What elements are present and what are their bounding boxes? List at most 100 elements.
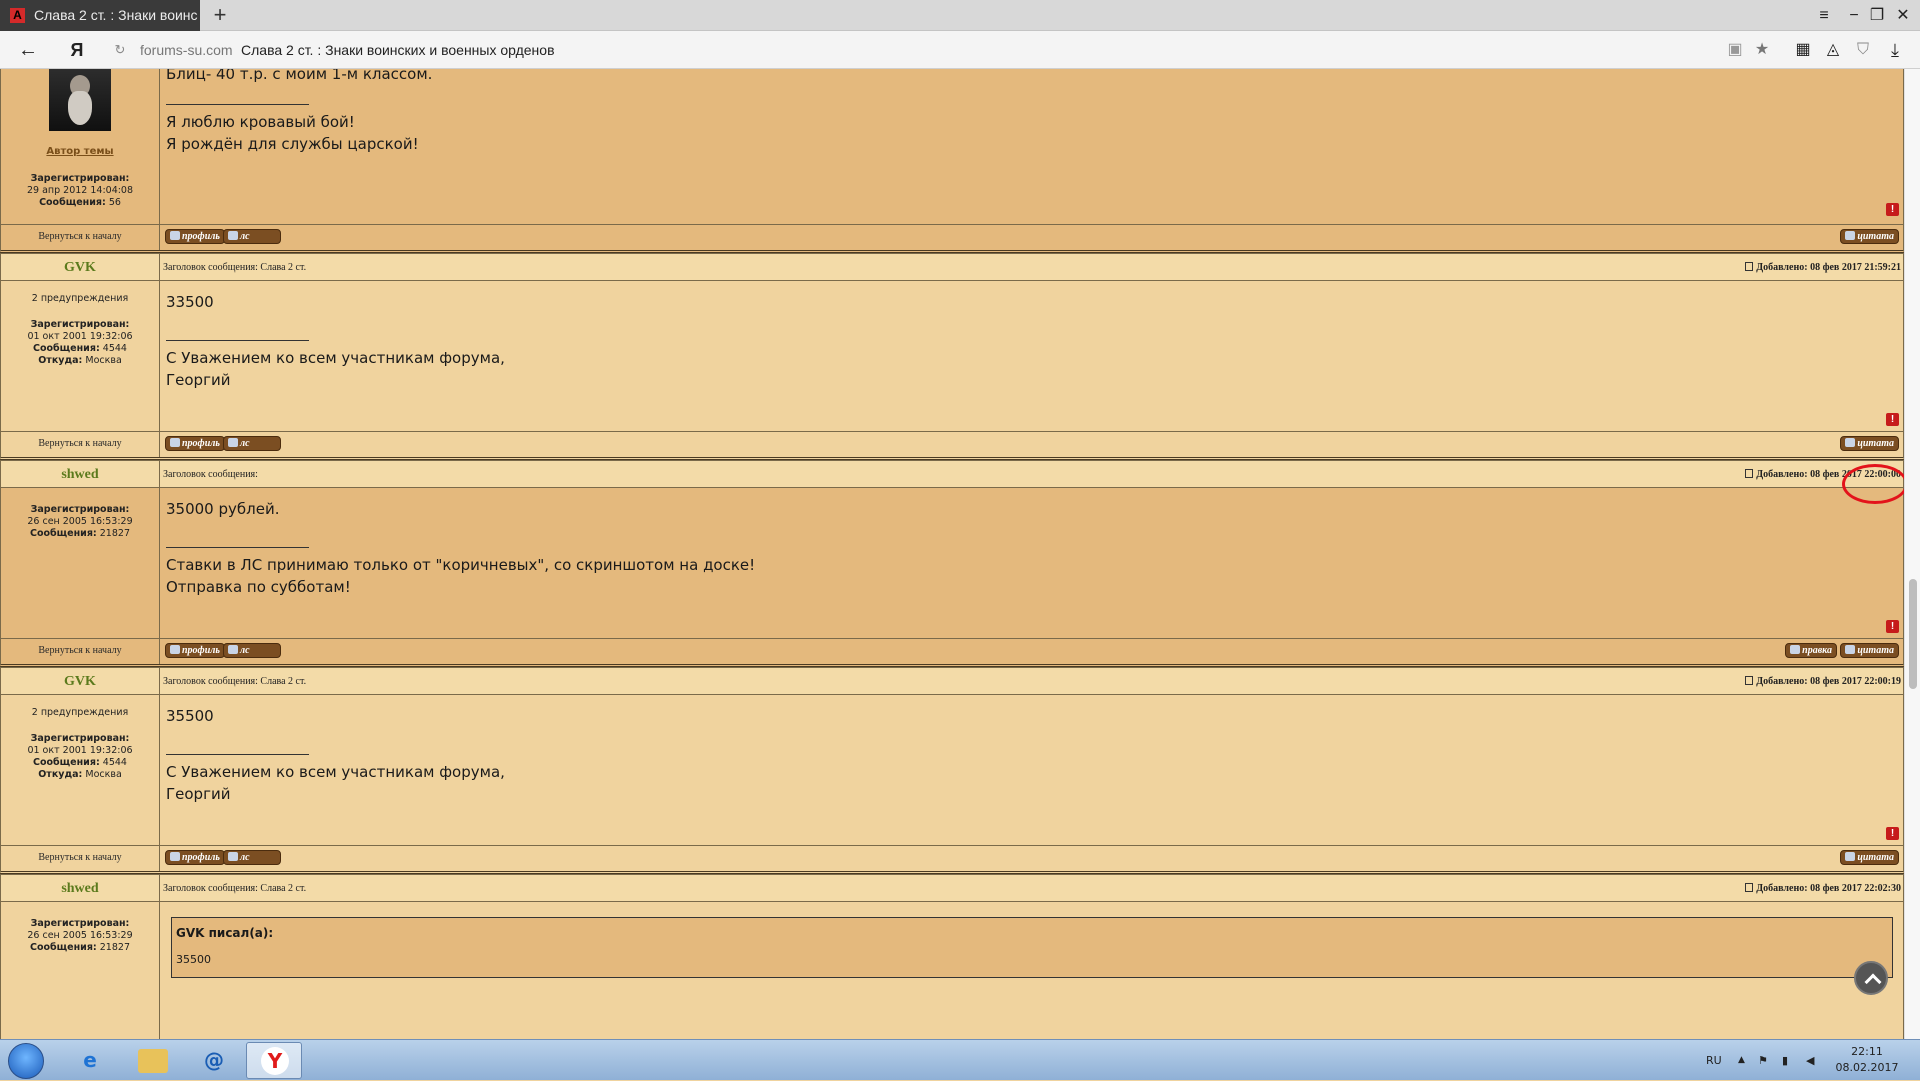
system-clock[interactable]: 22:11 08.02.2017	[1832, 1044, 1902, 1076]
bookmark-star-icon[interactable]: ★	[1747, 31, 1777, 69]
post-subject: Заголовок сообщения:	[163, 469, 258, 480]
report-icon[interactable]: !	[1886, 827, 1899, 840]
profile-button[interactable]: профиль	[165, 850, 225, 865]
browser-tab-active[interactable]: А Слава 2 ст. : Знаки воинс	[0, 0, 200, 31]
username-link[interactable]: shwed	[61, 881, 98, 896]
annotation-circle	[1842, 464, 1904, 504]
username-link[interactable]: GVK	[64, 674, 96, 689]
forum-page: Автор темы Зарегистрирован: 29 апр 2012 …	[0, 69, 1904, 1039]
post-link-icon	[1745, 262, 1754, 271]
back-to-top-link[interactable]: Вернуться к началу	[38, 438, 121, 449]
post-date[interactable]: Добавлено: 08 фев 2017 22:00:19	[1745, 668, 1901, 695]
warnings-count: 2 предупреждения	[31, 293, 129, 304]
back-to-top-link[interactable]: Вернуться к началу	[38, 852, 121, 863]
address-bar: ← Я ↻ forums-su.com Слава 2 ст. : Знаки …	[0, 31, 1920, 69]
back-to-top-cell: Вернуться к началу	[1, 225, 160, 250]
language-indicator[interactable]: RU	[1706, 1040, 1722, 1081]
quote-icon	[1845, 231, 1856, 240]
post-footer-row: Вернуться к началу профиль лс правка цит…	[0, 638, 1904, 667]
profile-icon	[170, 438, 180, 447]
scroll-to-top-button[interactable]	[1854, 961, 1888, 995]
quote-button[interactable]: цитата	[1840, 643, 1899, 658]
quote-block: GVK писал(а): 35500	[171, 917, 1893, 978]
back-to-top-link[interactable]: Вернуться к началу	[38, 231, 121, 242]
turbo-icon[interactable]: ◬	[1818, 31, 1848, 69]
post-link-icon	[1745, 469, 1754, 478]
volume-icon[interactable]: ◀	[1806, 1040, 1814, 1081]
post-footer-row: Вернуться к началу профиль лс цитата	[0, 845, 1904, 874]
post-body-row: Зарегистрирован: 26 сен 2005 16:53:29 Соо…	[0, 902, 1904, 1039]
taskbar-explorer[interactable]	[124, 1042, 180, 1079]
report-icon[interactable]: !	[1886, 620, 1899, 633]
post-author-cell: 2 предупреждения Зарегистрирован: 01 окт …	[1, 281, 160, 431]
pm-button[interactable]: лс	[223, 643, 281, 658]
post-author-cell: Автор темы Зарегистрирован: 29 апр 2012 …	[1, 69, 160, 224]
post-text: 33500 С Уважением ко всем участникам фор…	[166, 293, 505, 389]
quote-button[interactable]: цитата	[1840, 229, 1899, 244]
post-date[interactable]: Добавлено: 08 фев 2017 22:02:30	[1745, 875, 1901, 902]
mail-at-icon: @	[204, 1048, 224, 1072]
post-body-row: 2 предупреждения Зарегистрирован: 01 окт …	[0, 695, 1904, 845]
protect-shield-icon[interactable]: ⛉	[1848, 31, 1878, 69]
start-button-icon[interactable]	[8, 1043, 44, 1079]
post-subject: Заголовок сообщения: Слава 2 ст.	[163, 262, 307, 273]
profile-button[interactable]: профиль	[165, 229, 225, 244]
pm-button[interactable]: лс	[223, 229, 281, 244]
quote-icon	[1845, 852, 1856, 861]
post-message-cell: GVK писал(а): 35500	[161, 902, 1903, 1039]
yandex-logo-icon[interactable]: Я	[62, 31, 92, 69]
post-message-cell: 35000 рублей. Ставки в ЛС принимаю тольк…	[161, 488, 1903, 638]
post-body-row: Зарегистрирован: 26 сен 2005 16:53:29 Соо…	[0, 488, 1904, 638]
tray-expand-icon[interactable]: ▲	[1738, 1040, 1745, 1081]
quote-button[interactable]: цитата	[1840, 436, 1899, 451]
pm-button[interactable]: лс	[223, 436, 281, 451]
author-info: Зарегистрирован: 01 окт 2001 19:32:06 Соо…	[27, 733, 133, 780]
username-link[interactable]: GVK	[64, 260, 96, 275]
edit-icon	[1790, 645, 1801, 654]
back-to-top-link[interactable]: Вернуться к началу	[38, 645, 121, 656]
warnings-count: 2 предупреждения	[31, 707, 129, 718]
pm-icon	[228, 438, 238, 447]
quote-header: GVK писал(а):	[176, 926, 274, 940]
post-header-row: shwed Заголовок сообщения: Добавлено: 08…	[0, 460, 1904, 488]
extension-icon[interactable]: ▦	[1788, 31, 1818, 69]
page-scrollbar[interactable]	[1904, 69, 1920, 1039]
browser-tab-bar: А Слава 2 ст. : Знаки воинс + ≡ − ❐ ✕	[0, 0, 1920, 31]
profile-button[interactable]: профиль	[165, 643, 225, 658]
username-link[interactable]: shwed	[61, 467, 98, 482]
browser-menu-icon[interactable]: ≡	[1809, 0, 1839, 31]
taskbar-yandex-browser[interactable]: Y	[246, 1042, 302, 1079]
report-icon[interactable]: !	[1886, 413, 1899, 426]
action-center-flag-icon[interactable]: ⚑	[1758, 1040, 1768, 1081]
edit-button[interactable]: правка	[1785, 643, 1837, 658]
windows-taskbar: e @ Y RU ▲ ⚑ ▮ ◀ 22:11 08.02.2017	[0, 1039, 1920, 1080]
post-text: Блиц- 40 т.р. с моим 1-м классом. Я любл…	[166, 69, 433, 153]
quote-button[interactable]: цитата	[1840, 850, 1899, 865]
pm-icon	[228, 645, 238, 654]
profile-button[interactable]: профиль	[165, 436, 225, 451]
page-lock-icon[interactable]: ▣	[1720, 31, 1750, 69]
topic-author-link[interactable]: Автор темы	[1, 145, 159, 159]
taskbar-ie[interactable]: e	[62, 1042, 118, 1079]
author-info: Зарегистрирован: 26 сен 2005 16:53:29 Соо…	[27, 504, 133, 539]
report-icon[interactable]: !	[1886, 203, 1899, 216]
downloads-icon[interactable]: ⤓	[1880, 31, 1910, 69]
post-link-icon	[1745, 676, 1754, 685]
back-arrow-icon[interactable]: ←	[13, 31, 43, 69]
post-date[interactable]: Добавлено: 08 фев 2017 21:59:21	[1745, 254, 1901, 281]
close-window-icon[interactable]: ✕	[1888, 0, 1918, 31]
post-header-row: shwed Заголовок сообщения: Слава 2 ст. Д…	[0, 874, 1904, 902]
reload-icon[interactable]: ↻	[105, 31, 135, 69]
post-header-row: GVK Заголовок сообщения: Слава 2 ст. Доб…	[0, 667, 1904, 695]
taskbar-mail[interactable]: @	[186, 1042, 242, 1079]
pm-button[interactable]: лс	[223, 850, 281, 865]
url-host[interactable]: forums-su.com	[140, 31, 233, 69]
network-icon[interactable]: ▮	[1782, 1040, 1788, 1081]
folder-icon	[138, 1049, 168, 1073]
quote-icon	[1845, 438, 1856, 447]
new-tab-plus-icon[interactable]: +	[206, 0, 234, 31]
url-page-title[interactable]: Слава 2 ст. : Знаки воинских и военных о…	[241, 31, 555, 69]
scrollbar-thumb[interactable]	[1909, 579, 1917, 689]
pm-icon	[228, 852, 238, 861]
site-favicon-icon: А	[10, 8, 25, 23]
